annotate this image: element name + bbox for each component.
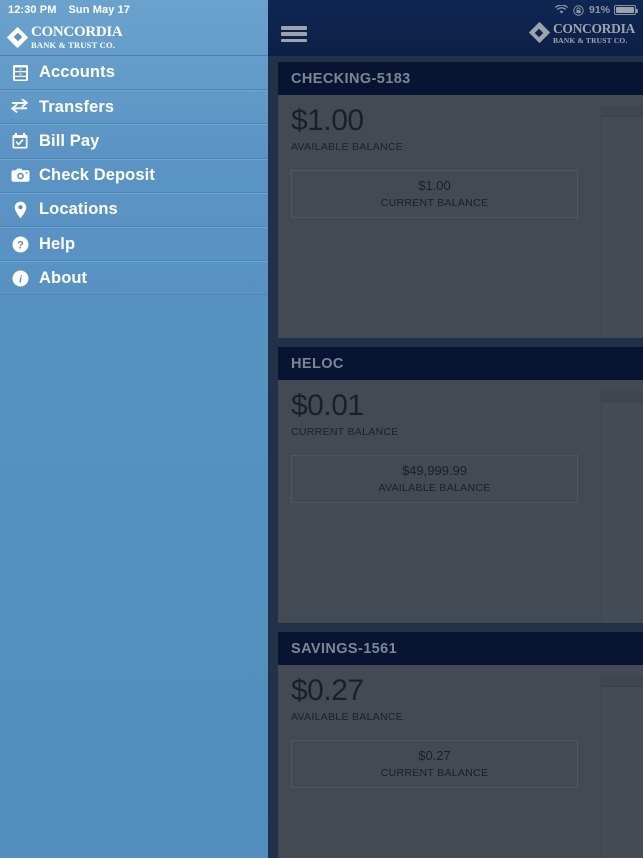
brand-name: CONCORDIA	[552, 21, 635, 36]
diamond-logo-icon	[528, 21, 551, 44]
status-bar-date: Sun May 17	[68, 4, 131, 16]
info-circle-icon: i	[7, 267, 33, 289]
sidebar-item-locations[interactable]: Locations	[0, 192, 268, 227]
sidebar-item-label: About	[39, 268, 88, 287]
transfer-arrows-icon	[7, 96, 33, 118]
rotation-lock-icon	[573, 4, 584, 16]
secondary-balance-amount: $0.27	[418, 748, 451, 764]
header-brand-logo: CONCORDIA BANK & TRUST CO.	[528, 21, 635, 45]
primary-balance-label: CURRENT BALANCE	[291, 425, 399, 438]
sidebar-item-label: Bill Pay	[39, 131, 100, 150]
hamburger-menu-icon[interactable]	[281, 24, 307, 44]
account-card-list: CHECKING-5183 $1.00 AVAILABLE BALANCE $1…	[268, 56, 643, 858]
account-card-body: $1.00 AVAILABLE BALANCE $1.00 CURRENT BA…	[278, 95, 643, 338]
secondary-balance-amount: $49,999.99	[401, 463, 468, 479]
secondary-balance-box: $0.27 CURRENT BALANCE	[291, 739, 578, 788]
primary-balance-amount: $0.01	[291, 389, 364, 422]
sidebar-item-label: Accounts	[39, 63, 115, 82]
wifi-icon	[555, 5, 568, 15]
account-card[interactable]: CHECKING-5183 $1.00 AVAILABLE BALANCE $1…	[278, 62, 643, 338]
brand-name: CONCORDIA	[31, 24, 123, 41]
brand-subtitle: BANK & TRUST CO.	[31, 40, 116, 51]
account-title: CHECKING-5183	[291, 70, 411, 87]
brand-subtitle: BANK & TRUST CO.	[552, 35, 628, 45]
app-header: 91% CONCORDIA BANK & TRUST CO.	[268, 0, 643, 56]
sidebar-item-transfers[interactable]: Transfers	[0, 90, 268, 125]
sidebar-item-accounts[interactable]: Accounts	[0, 56, 268, 91]
account-card[interactable]: SAVINGS-1561 $0.27 AVAILABLE BALANCE $0.…	[278, 632, 643, 858]
account-title: HELOC	[291, 355, 344, 372]
account-card-body: $0.01 CURRENT BALANCE $49,999.99 AVAILAB…	[278, 380, 643, 623]
account-card-header: CHECKING-5183	[278, 62, 643, 95]
map-pin-icon	[7, 199, 33, 221]
sidebar-brand-bar: CONCORDIA BANK & TRUST CO.	[0, 20, 268, 56]
adjacent-card-peek	[601, 391, 643, 623]
sidebar-item-label: Help	[39, 234, 76, 253]
diamond-logo-icon	[6, 26, 29, 48]
status-bar-right: 91%	[268, 0, 643, 20]
calendar-check-icon	[7, 130, 33, 152]
sidebar-item-label: Transfers	[39, 97, 115, 116]
sidebar-item-about[interactable]: i About	[0, 261, 268, 296]
account-card-body: $0.27 AVAILABLE BALANCE $0.27 CURRENT BA…	[278, 665, 643, 858]
account-card[interactable]: HELOC $0.01 CURRENT BALANCE $49,999.99 A…	[278, 347, 643, 623]
sidebar-item-help[interactable]: ? Help	[0, 226, 268, 262]
camera-icon	[7, 165, 33, 187]
primary-balance-amount: $0.27	[291, 674, 364, 707]
adjacent-card-peek	[601, 676, 643, 858]
secondary-balance-box: $49,999.99 AVAILABLE BALANCE	[291, 454, 578, 503]
question-circle-icon: ?	[7, 233, 33, 255]
brand-logo: CONCORDIA BANK & TRUST CO.	[6, 24, 123, 51]
primary-balance-label: AVAILABLE BALANCE	[291, 140, 404, 153]
status-bar-left: 12:30 PM Sun May 17	[0, 0, 268, 20]
secondary-balance-label: CURRENT BALANCE	[380, 196, 489, 209]
account-title: SAVINGS-1561	[291, 640, 398, 657]
secondary-balance-label: AVAILABLE BALANCE	[378, 481, 491, 494]
battery-icon	[614, 5, 638, 15]
secondary-balance-amount: $1.00	[418, 178, 451, 194]
adjacent-card-peek	[601, 106, 643, 338]
sidebar-menu: Accounts Transfers Bill Pay Check Deposi…	[0, 56, 268, 296]
secondary-balance-label: CURRENT BALANCE	[380, 766, 489, 779]
accounts-panel: 91% CONCORDIA BANK & TRUST CO. CHECKING-…	[268, 0, 643, 858]
account-card-header: SAVINGS-1561	[278, 632, 643, 665]
primary-balance-amount: $1.00	[291, 104, 364, 137]
app-root: 12:30 PM Sun May 17 CONCORDIA BANK & TRU…	[0, 0, 643, 858]
sidebar-item-label: Check Deposit	[39, 166, 155, 185]
primary-balance-label: AVAILABLE BALANCE	[291, 710, 404, 723]
secondary-balance-box: $1.00 CURRENT BALANCE	[291, 169, 578, 218]
status-bar-time: 12:30 PM	[8, 4, 57, 16]
account-card-header: HELOC	[278, 347, 643, 380]
accounts-cabinet-icon	[7, 62, 33, 84]
sidebar-item-check-deposit[interactable]: Check Deposit	[0, 158, 268, 193]
battery-percent: 91%	[588, 4, 610, 16]
navigation-drawer: 12:30 PM Sun May 17 CONCORDIA BANK & TRU…	[0, 0, 268, 858]
sidebar-item-label: Locations	[39, 200, 118, 219]
sidebar-item-bill-pay[interactable]: Bill Pay	[0, 124, 268, 159]
svg-text:?: ?	[17, 239, 24, 251]
